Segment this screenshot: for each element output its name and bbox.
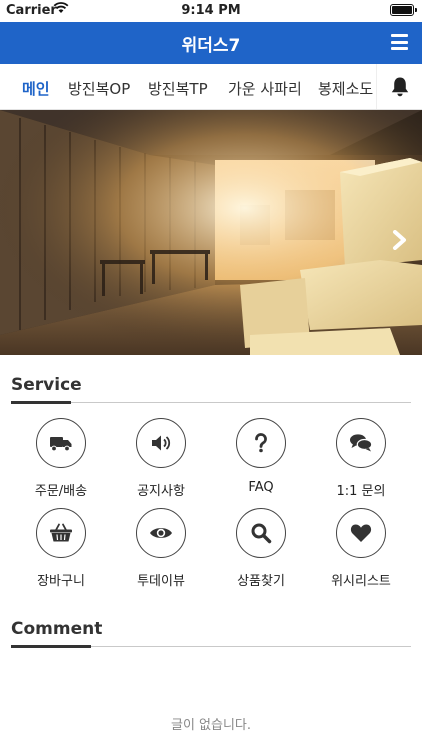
service-label: FAQ (248, 480, 274, 495)
service-label: 상품찾기 (237, 574, 285, 589)
service-label: 주문/배송 (34, 484, 88, 499)
service-section-divider (11, 401, 411, 404)
service-label: 투데이뷰 (137, 574, 185, 589)
speaker-icon (152, 435, 171, 451)
service-today-view[interactable]: 투데이뷰 (111, 508, 211, 589)
service-section-title: Service (11, 375, 82, 395)
comment-section-title: Comment (11, 619, 103, 639)
app-header: 위더스7 (0, 22, 422, 64)
tab-sewing-supplies[interactable]: 봉제소도 (318, 78, 373, 99)
question-icon (255, 433, 267, 453)
warehouse-banner-image (0, 110, 422, 355)
truck-icon (50, 437, 72, 452)
tab-gown-safari[interactable]: 가운 사파리 (228, 78, 302, 99)
service-faq[interactable]: FAQ (211, 418, 311, 495)
service-inquiry[interactable]: 1:1 문의 (311, 418, 411, 499)
service-label: 1:1 문의 (336, 484, 386, 499)
clock: 9:14 PM (181, 3, 241, 18)
tab-cleanroom-op[interactable]: 방진복OP (68, 78, 130, 99)
basket-icon (50, 523, 72, 542)
service-label: 공지사항 (137, 484, 185, 499)
search-icon (251, 523, 272, 544)
service-label: 장바구니 (37, 574, 85, 589)
comment-section-divider (11, 645, 411, 648)
service-label: 위시리스트 (331, 574, 391, 589)
service-order-delivery[interactable]: 주문/배송 (11, 418, 111, 499)
bell-icon (391, 77, 409, 97)
battery-icon (390, 4, 417, 16)
status-bar: Carrier 9:14 PM (0, 0, 422, 22)
service-notice[interactable]: 공지사항 (111, 418, 211, 499)
tab-main[interactable]: 메인 (22, 78, 50, 99)
notification-button[interactable] (376, 64, 422, 109)
service-cart[interactable]: 장바구니 (11, 508, 111, 589)
heart-icon (350, 524, 372, 542)
eye-icon (150, 528, 172, 538)
app-title: 위더스7 (181, 36, 241, 56)
hamburger-menu-icon[interactable] (391, 34, 408, 50)
service-product-search[interactable]: 상품찾기 (211, 508, 311, 589)
tab-cleanroom-tp[interactable]: 방진복TP (148, 78, 208, 99)
empty-comment-message: 글이 없습니다. (170, 718, 252, 733)
banner-next-arrow-icon[interactable] (392, 230, 408, 250)
chat-icon (350, 434, 373, 452)
category-tab-bar: 메인 방진복OP 방진복TP 가운 사파리 봉제소도 (0, 64, 422, 110)
main-banner[interactable] (0, 110, 422, 355)
service-wishlist[interactable]: 위시리스트 (311, 508, 411, 589)
